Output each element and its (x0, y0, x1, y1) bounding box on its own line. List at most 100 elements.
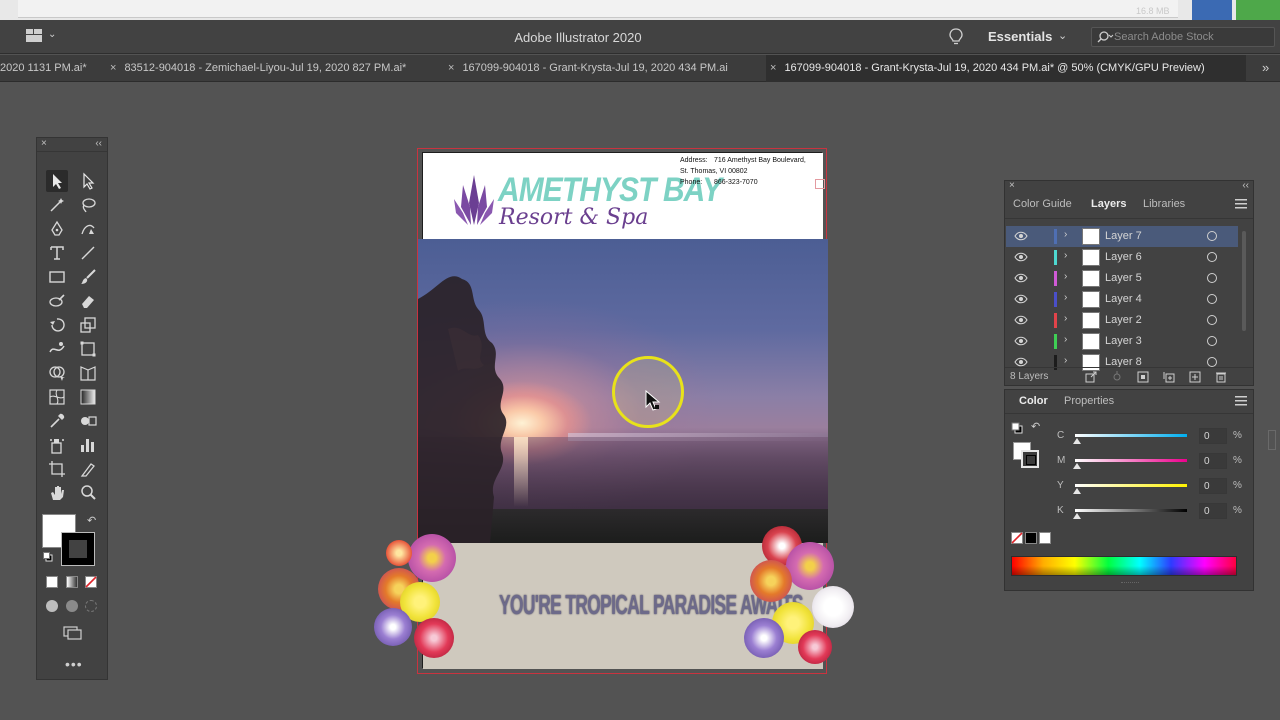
layers-scrollbar-thumb[interactable] (1242, 231, 1246, 331)
pen-tool[interactable] (46, 218, 68, 240)
color-panel-default-icon[interactable] (1011, 422, 1023, 434)
workspace-chevron-icon[interactable]: ⌄ (1058, 29, 1067, 42)
layer-row[interactable]: › Layer 7 (1006, 226, 1238, 247)
free-transform-tool[interactable] (77, 338, 99, 360)
magenta-slider-track[interactable] (1075, 459, 1187, 462)
shaper-tool[interactable] (46, 290, 68, 312)
paintbrush-tool[interactable] (77, 266, 99, 288)
close-icon[interactable]: × (41, 138, 47, 149)
cyan-slider-knob[interactable] (1073, 438, 1081, 444)
none-mode-icon[interactable] (85, 576, 97, 588)
tab-color-guide[interactable]: Color Guide (1013, 198, 1072, 210)
layer-name[interactable]: Layer 5 (1105, 272, 1142, 284)
document-tab-3[interactable]: × 167099-904018 - Grant-Krysta-Jul 19, 20… (442, 55, 766, 82)
expand-chevron-icon[interactable]: › (1064, 355, 1067, 366)
tab-libraries[interactable]: Libraries (1143, 198, 1185, 210)
selection-tool[interactable] (46, 170, 68, 192)
close-icon[interactable]: × (770, 62, 776, 74)
color-panel-swap-icon[interactable]: ↶ (1031, 420, 1040, 433)
zoom-tool[interactable] (77, 482, 99, 504)
hand-tool[interactable] (46, 482, 68, 504)
symbol-sprayer-tool[interactable] (46, 434, 68, 456)
scale-tool[interactable] (77, 314, 99, 336)
column-graph-tool[interactable] (77, 434, 99, 456)
expand-chevron-icon[interactable]: › (1064, 229, 1067, 240)
yellow-slider-knob[interactable] (1073, 488, 1081, 494)
expand-chevron-icon[interactable]: › (1064, 313, 1067, 324)
canvas-scrollbar-stub[interactable] (1268, 430, 1276, 450)
expand-chevron-icon[interactable]: › (1064, 292, 1067, 303)
blend-tool[interactable] (77, 410, 99, 432)
layer-target-icon[interactable] (1207, 336, 1217, 346)
expand-chevron-icon[interactable]: › (1064, 250, 1067, 261)
create-new-layer-icon[interactable] (1189, 371, 1201, 383)
layer-target-icon[interactable] (1207, 231, 1217, 241)
artboard-tool[interactable] (46, 458, 68, 480)
slice-tool[interactable] (77, 458, 99, 480)
black-slider-knob[interactable] (1073, 513, 1081, 519)
panel-menu-icon[interactable] (1235, 199, 1247, 209)
gradient-tool[interactable] (77, 386, 99, 408)
discover-bulb-icon[interactable] (948, 28, 964, 46)
collapse-panel-icon[interactable]: ‹‹ (95, 138, 102, 149)
close-icon[interactable]: × (448, 62, 454, 74)
close-icon[interactable]: × (1009, 180, 1015, 191)
color-panel-stroke-swatch[interactable] (1021, 450, 1039, 468)
black-swatch[interactable] (1025, 532, 1037, 544)
locate-object-icon[interactable] (1111, 371, 1123, 383)
stroke-color-swatch[interactable] (61, 532, 95, 566)
expand-chevron-icon[interactable]: › (1064, 334, 1067, 345)
search-input[interactable] (1114, 30, 1270, 44)
workspace-switcher[interactable]: Essentials (988, 29, 1052, 44)
black-slider-track[interactable] (1075, 509, 1187, 512)
document-tab-active[interactable]: × 167099-904018 - Grant-Krysta-Jul 19, 20… (766, 55, 1246, 82)
cyan-value-input[interactable] (1199, 428, 1227, 444)
eraser-tool[interactable] (77, 290, 99, 312)
adobe-stock-search[interactable] (1091, 27, 1275, 47)
type-tool[interactable] (46, 242, 68, 264)
visibility-eye-icon[interactable] (1014, 273, 1028, 283)
flower-bouquet-right[interactable] (742, 526, 856, 676)
layer-target-icon[interactable] (1207, 315, 1217, 325)
layer-target-icon[interactable] (1207, 252, 1217, 262)
tab-properties[interactable]: Properties (1064, 395, 1114, 407)
none-swatch-icon[interactable] (1011, 532, 1023, 544)
mesh-tool[interactable] (46, 386, 68, 408)
perspective-grid-tool[interactable] (77, 362, 99, 384)
document-tab-2[interactable]: × 83512-904018 - Zemichael-Liyou-Jul 19, … (104, 55, 442, 82)
layer-row[interactable]: › Layer 4 (1006, 289, 1238, 310)
change-screen-mode-icon[interactable] (63, 626, 83, 640)
panel-menu-icon[interactable] (1235, 396, 1247, 406)
direct-selection-tool[interactable] (77, 170, 99, 192)
yellow-slider-track[interactable] (1075, 484, 1187, 487)
shape-builder-tool[interactable] (46, 362, 68, 384)
rectangle-tool[interactable] (46, 266, 68, 288)
edit-toolbar-more-icon[interactable]: ••• (65, 656, 83, 672)
eyedropper-tool[interactable] (46, 410, 68, 432)
default-fill-stroke-icon[interactable] (43, 552, 53, 562)
tab-color[interactable]: Color (1019, 395, 1048, 407)
draw-behind-icon[interactable] (66, 600, 78, 612)
placed-link-marker[interactable] (815, 179, 825, 189)
flower-bouquet-left[interactable] (374, 526, 456, 676)
magenta-slider-knob[interactable] (1073, 463, 1081, 469)
make-clipping-mask-icon[interactable] (1137, 371, 1149, 383)
lasso-tool[interactable] (77, 194, 99, 216)
draw-inside-icon[interactable] (85, 600, 97, 612)
layers-scrollbar[interactable] (1241, 231, 1247, 361)
draw-normal-icon[interactable] (46, 600, 58, 612)
line-segment-tool[interactable] (77, 242, 99, 264)
layer-target-icon[interactable] (1207, 294, 1217, 304)
magic-wand-tool[interactable] (46, 194, 68, 216)
visibility-eye-icon[interactable] (1014, 315, 1028, 325)
gradient-mode-icon[interactable] (66, 576, 78, 588)
black-value-input[interactable] (1199, 503, 1227, 519)
layer-name[interactable]: Layer 4 (1105, 293, 1142, 305)
rotate-tool[interactable] (46, 314, 68, 336)
visibility-eye-icon[interactable] (1014, 231, 1028, 241)
layer-row[interactable]: › Layer 5 (1006, 268, 1238, 289)
visibility-eye-icon[interactable] (1014, 357, 1028, 367)
layer-name[interactable]: Layer 7 (1105, 230, 1142, 242)
layer-target-icon[interactable] (1207, 357, 1217, 367)
white-swatch[interactable] (1039, 532, 1051, 544)
